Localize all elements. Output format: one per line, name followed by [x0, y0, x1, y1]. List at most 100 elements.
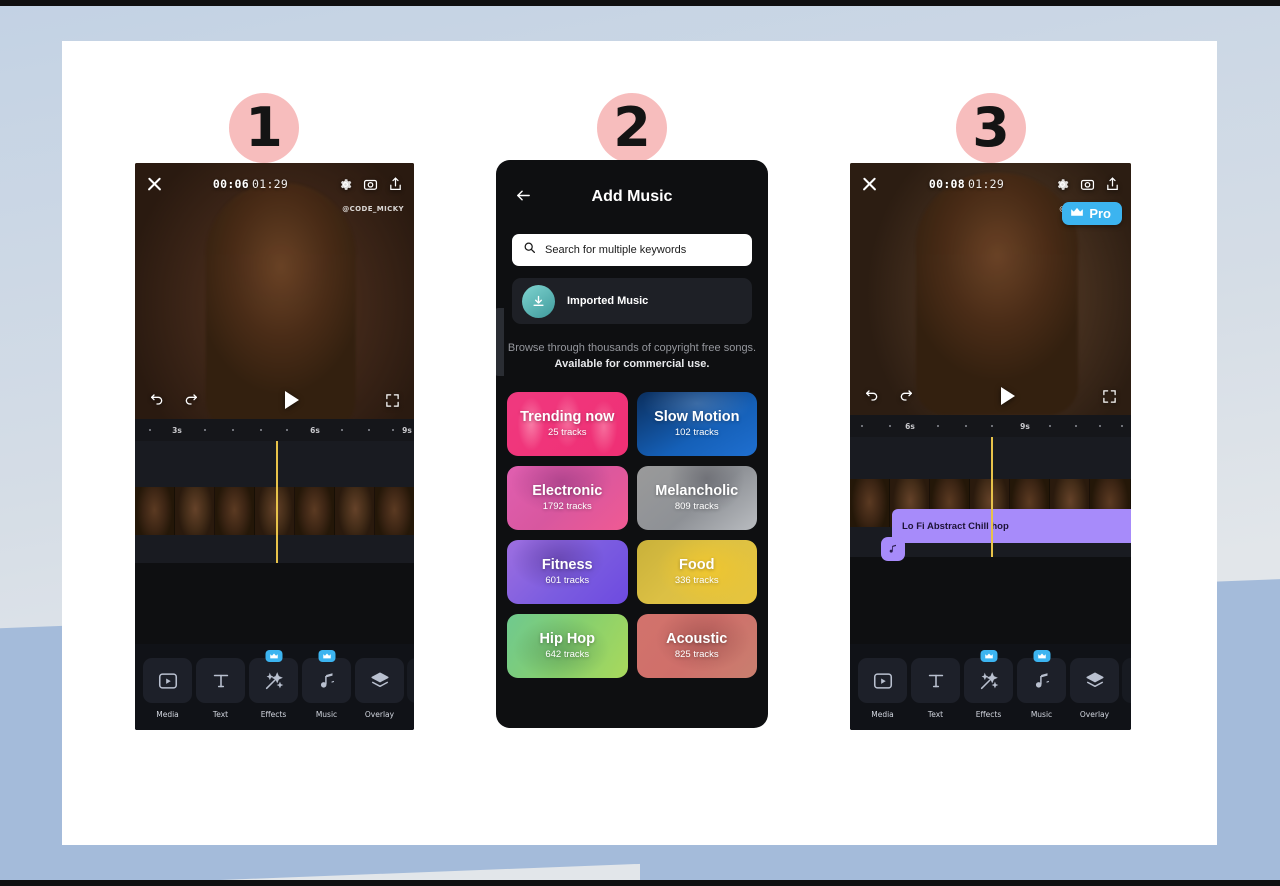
- gear-icon[interactable]: [1055, 177, 1070, 192]
- timecode-display: 00:06 01:29: [163, 177, 338, 191]
- music-note-icon: [302, 658, 351, 703]
- undo-icon[interactable]: [864, 388, 880, 404]
- toolbar-item-music[interactable]: Music: [1017, 650, 1066, 719]
- category-name: Melancholic: [655, 483, 739, 500]
- gear-icon[interactable]: [338, 177, 353, 192]
- category-card[interactable]: Food 336 tracks: [636, 539, 757, 604]
- text-t-icon: [196, 658, 245, 703]
- toolbar-item-blur[interactable]: Bl: [1122, 658, 1131, 719]
- pro-crown-badge: [980, 650, 997, 662]
- category-track-count: 642 tracks: [545, 649, 590, 661]
- imported-music-label: Imported Music: [567, 295, 649, 307]
- category-track-count: 1792 tracks: [542, 501, 592, 513]
- music-category-grid[interactable]: Trending now 25 tracks Slow Motion 102 t…: [507, 391, 757, 678]
- editor-toolbar[interactable]: Media Text Effects Music Overlay: [850, 644, 1131, 730]
- play-icon[interactable]: [285, 391, 299, 409]
- ruler-label: 9s: [402, 425, 412, 435]
- fullscreen-icon[interactable]: [385, 393, 400, 408]
- toolbar-item-media[interactable]: Media: [858, 658, 907, 719]
- toolbar-item-text[interactable]: Text: [196, 658, 245, 719]
- category-card[interactable]: Acoustic 825 tracks: [636, 613, 757, 678]
- search-input[interactable]: Search for multiple keywords: [512, 234, 752, 266]
- video-preview-area[interactable]: 00:0801:29 @CODE_MICKY Pro: [850, 163, 1131, 415]
- category-card[interactable]: Electronic 1792 tracks: [507, 465, 628, 530]
- playhead[interactable]: [991, 437, 993, 557]
- toolbar-label: Overlay: [364, 710, 395, 719]
- text-t-icon: [911, 658, 960, 703]
- video-preview-area[interactable]: 00:06 01:29 @CODE_MICKY: [135, 163, 414, 419]
- timeline-ruler[interactable]: 3s 6s 9s: [135, 419, 414, 441]
- toolbar-label: Effects: [975, 710, 1002, 719]
- category-card[interactable]: Hip Hop 642 tracks: [507, 613, 628, 678]
- phone-screen-step-2: Add Music Search for multiple keywords I…: [496, 160, 768, 728]
- toolbar-item-effects[interactable]: Effects: [964, 650, 1013, 719]
- ruler-label: 9s: [1020, 421, 1030, 431]
- fullscreen-icon[interactable]: [1102, 389, 1117, 404]
- toolbar-label: Music: [1030, 710, 1053, 719]
- editor-toolbar[interactable]: Media Text Effects Music Overlay: [135, 644, 414, 730]
- toolbar-item-music[interactable]: Music: [302, 650, 351, 719]
- pro-crown-badge: [1033, 650, 1050, 662]
- category-track-count: 336 tracks: [674, 575, 719, 587]
- toolbar-item-overlay[interactable]: Overlay: [1070, 658, 1119, 719]
- pro-upgrade-badge[interactable]: Pro: [1062, 202, 1122, 225]
- toolbar-label: Text: [212, 710, 229, 719]
- redo-icon[interactable]: [898, 388, 914, 404]
- undo-icon[interactable]: [149, 392, 165, 408]
- music-note-icon: [1017, 658, 1066, 703]
- category-name: Acoustic: [666, 631, 728, 648]
- total-time: 01:29: [968, 177, 1005, 191]
- toolbar-item-media[interactable]: Media: [143, 658, 192, 719]
- toolbar-item-effects[interactable]: Effects: [249, 650, 298, 719]
- category-track-count: 25 tracks: [547, 427, 587, 439]
- blur-icon: [407, 658, 414, 703]
- timeline-track-area[interactable]: [135, 441, 414, 563]
- step-number: 1: [245, 96, 283, 159]
- ruler-label: 6s: [905, 421, 915, 431]
- playhead[interactable]: [276, 441, 278, 563]
- imported-music-row[interactable]: Imported Music: [512, 278, 752, 324]
- music-note-icon[interactable]: [881, 537, 905, 561]
- music-clip[interactable]: Lo Fi Abstract Chill hop: [892, 509, 1131, 543]
- page-title: Add Music: [591, 188, 673, 205]
- video-filmstrip[interactable]: [135, 487, 414, 535]
- close-icon[interactable]: [146, 176, 163, 193]
- toolbar-label: Overlay: [1079, 710, 1110, 719]
- timeline-track-area[interactable]: Lo Fi Abstract Chill hop: [850, 437, 1131, 561]
- camera-icon[interactable]: [363, 177, 378, 192]
- magic-wand-icon: [249, 658, 298, 703]
- music-blurb: Browse through thousands of copyright fr…: [496, 341, 768, 373]
- category-name: Hip Hop: [539, 631, 596, 648]
- current-time: 00:08: [928, 177, 965, 191]
- category-name: Trending now: [520, 409, 615, 426]
- category-card[interactable]: Fitness 601 tracks: [507, 539, 628, 604]
- pro-crown-badge: [318, 650, 335, 662]
- blurb-line-2: Available for commercial use.: [554, 357, 710, 370]
- category-card[interactable]: Trending now 25 tracks: [507, 391, 628, 456]
- close-icon[interactable]: [861, 176, 878, 193]
- toolbar-item-text[interactable]: Text: [911, 658, 960, 719]
- category-name: Fitness: [541, 557, 593, 574]
- playback-controls: [135, 385, 414, 415]
- back-arrow-icon[interactable]: [514, 187, 533, 208]
- category-card[interactable]: Slow Motion 102 tracks: [636, 391, 757, 456]
- timeline-ruler[interactable]: 6s 9s: [850, 415, 1131, 437]
- blurb-line-1: Browse through thousands of copyright fr…: [507, 342, 757, 354]
- category-track-count: 102 tracks: [674, 427, 719, 439]
- step-badge-2: 2: [597, 93, 667, 163]
- toolbar-label: Media: [871, 710, 894, 719]
- layers-icon: [1070, 658, 1119, 703]
- play-icon[interactable]: [1001, 387, 1015, 405]
- category-track-count: 809 tracks: [674, 501, 719, 513]
- export-upload-icon[interactable]: [1105, 176, 1120, 192]
- category-card[interactable]: Melancholic 809 tracks: [636, 465, 757, 530]
- export-upload-icon[interactable]: [388, 176, 403, 192]
- toolbar-item-overlay[interactable]: Overlay: [355, 658, 404, 719]
- bottom-edge-strip: [0, 880, 1280, 886]
- media-play-box-icon: [143, 658, 192, 703]
- camera-icon[interactable]: [1080, 177, 1095, 192]
- top-edge-strip: [0, 0, 1280, 6]
- toolbar-item-blur[interactable]: Bl: [407, 658, 414, 719]
- redo-icon[interactable]: [183, 392, 199, 408]
- category-name: Food: [679, 557, 715, 574]
